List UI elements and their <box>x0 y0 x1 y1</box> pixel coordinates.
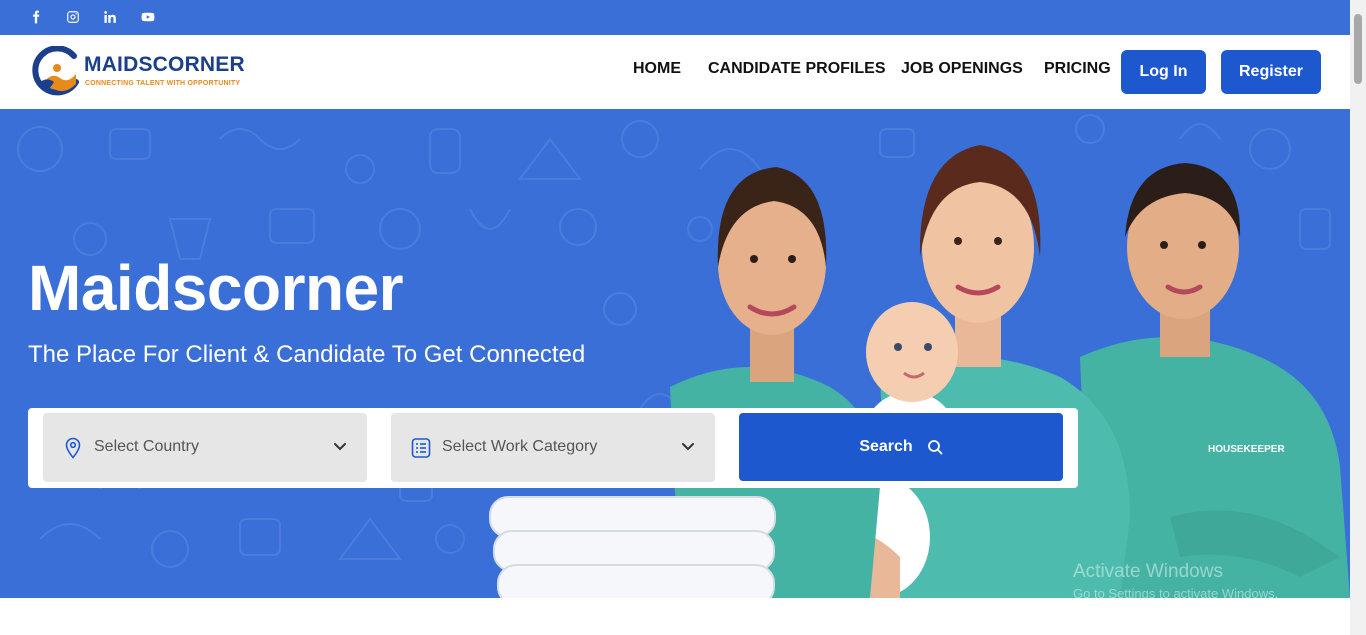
hero-section: Maidscorner The Place For Client & Candi… <box>0 109 1350 598</box>
chevron-down-icon <box>334 443 346 451</box>
logo-mark-icon <box>32 46 79 96</box>
list-icon <box>411 438 431 458</box>
country-select[interactable]: Select Country <box>43 413 367 482</box>
youtube-icon[interactable] <box>139 8 157 26</box>
chevron-down-icon <box>682 443 694 451</box>
work-category-select[interactable]: Select Work Category <box>391 413 715 482</box>
logo[interactable]: MAIDSCORNER CONNECTING TALENT WITH OPPOR… <box>30 46 270 98</box>
linkedin-icon[interactable] <box>101 8 119 26</box>
site-header: MAIDSCORNER CONNECTING TALENT WITH OPPOR… <box>0 35 1350 109</box>
uniform-badge: HOUSEKEEPER <box>1208 444 1285 455</box>
hero-title: Maidscorner <box>28 252 404 324</box>
brand-tagline: CONNECTING TALENT WITH OPPORTUNITY <box>85 80 241 87</box>
search-panel: Select Country Select Work Category Sear… <box>28 408 1078 488</box>
nav-job-openings[interactable]: JOB OPENINGS <box>901 60 1023 78</box>
scrollbar-thumb[interactable] <box>1354 14 1362 84</box>
brand-name: MAIDSCORNER <box>84 53 245 76</box>
windows-activation-hint: Go to Settings to activate Windows. <box>1073 586 1279 601</box>
page-scrollbar[interactable] <box>1350 0 1366 635</box>
nav-home[interactable]: HOME <box>633 60 681 78</box>
hero-caregivers-image: HOUSEKEEPER <box>489 145 1350 598</box>
login-button[interactable]: Log In <box>1121 50 1206 94</box>
location-pin-icon <box>65 437 81 459</box>
register-button[interactable]: Register <box>1221 50 1321 94</box>
work-category-placeholder: Select Work Category <box>442 438 598 455</box>
facebook-icon[interactable] <box>27 8 45 26</box>
instagram-icon[interactable] <box>64 8 82 26</box>
search-icon <box>927 440 943 455</box>
social-bar <box>0 0 1350 35</box>
nav-candidate-profiles[interactable]: CANDIDATE PROFILES <box>708 60 885 78</box>
page: MAIDSCORNER CONNECTING TALENT WITH OPPOR… <box>0 0 1366 635</box>
search-button[interactable]: Search <box>739 413 1063 481</box>
windows-activation-watermark: Activate Windows <box>1073 561 1223 582</box>
nav-pricing[interactable]: PRICING <box>1044 60 1111 78</box>
search-button-label: Search <box>859 438 913 455</box>
country-select-placeholder: Select Country <box>94 438 199 455</box>
